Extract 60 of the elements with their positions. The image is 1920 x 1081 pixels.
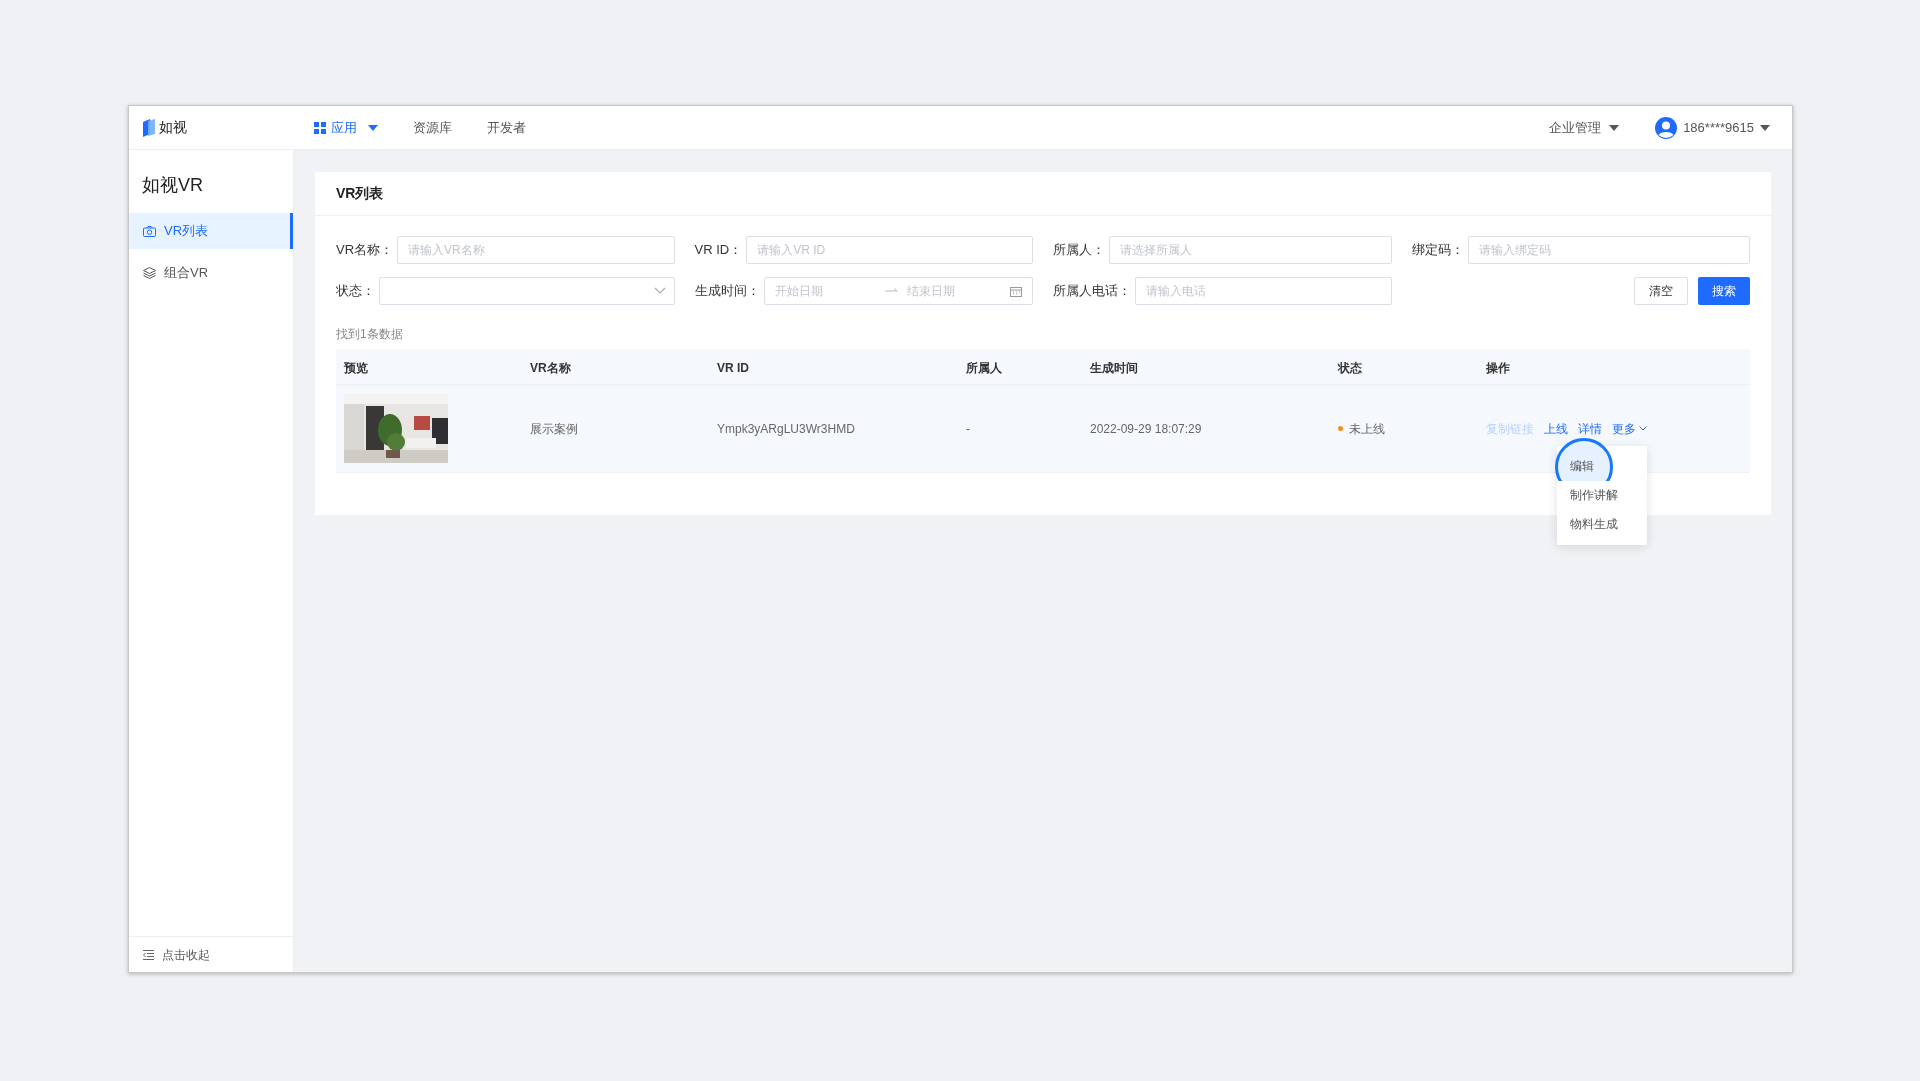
grid-icon [314,121,326,134]
end-date-placeholder: 结束日期 [907,283,957,300]
caret-icon [368,124,378,131]
chevron-down-icon [1639,426,1647,431]
text-field[interactable]: 请输入VR ID [746,236,1033,264]
column-header: 所属人 [966,360,1002,375]
filter-label: 生成时间： [694,282,760,301]
collapse-button[interactable]: 点击收起 [129,936,293,972]
column-header: 状态 [1338,360,1362,375]
user-menu[interactable]: 186****9615 [1655,116,1770,139]
action-link[interactable]: 上线 [1544,419,1568,438]
table-cell: Ympk3yARgLU3Wr3HMD [717,421,855,436]
chevron-down-icon [653,287,666,295]
column-header: VR名称 [530,360,571,375]
column-header: 预览 [344,360,368,375]
sidebar-title: 如视VR [141,174,204,197]
action-link[interactable]: 详情 [1578,419,1602,438]
enterprise-menu[interactable]: 企业管理 [1549,117,1620,138]
arrow-right-icon [885,288,900,294]
menu-item[interactable]: 物料生成 [1557,509,1647,539]
caret-icon [1760,124,1770,131]
status-label: 未上线 [1349,420,1385,438]
nav-item[interactable]: 资源库 [413,117,452,138]
search-button[interactable]: 搜索 [1698,277,1750,305]
filter-label: VR名称： [336,241,394,260]
table-cell: 2022-09-29 18:07:29 [1090,421,1202,436]
avatar-icon [1655,116,1678,139]
more-menu-button[interactable]: 更多 [1612,419,1647,438]
filter-label: 绑定码： [1411,241,1464,260]
camera-icon [143,225,156,237]
layers-icon [143,267,156,279]
caret-icon [1609,124,1620,131]
column-header: 操作 [1486,360,1510,375]
menu-item[interactable]: 编辑 [1557,451,1647,481]
brand-name: 如视 [159,118,187,137]
table-cell: - [966,421,970,436]
text-field[interactable]: 请输入VR名称 [397,236,675,264]
sidebar-item[interactable]: 组合VR [129,255,293,291]
filter-label: 所属人： [1053,241,1105,260]
collapse-icon [143,949,154,960]
column-header: VR ID [717,360,749,375]
clear-button[interactable]: 清空 [1634,277,1688,305]
start-date-placeholder: 开始日期 [774,283,824,300]
text-field[interactable]: 请选择所属人 [1109,236,1392,264]
filter-label: VR ID： [694,241,743,260]
result-count: 找到1条数据 [336,326,404,343]
sidebar-item[interactable]: VR列表 [129,213,293,249]
table-cell: 展示案例 [530,421,578,436]
filter-label: 状态： [336,282,375,301]
select-field[interactable] [379,277,675,305]
text-field[interactable]: 请输入绑定码 [1467,236,1750,264]
filter-label: 所属人电话： [1053,282,1131,301]
calendar-icon [1010,285,1022,297]
nav-item[interactable]: 应用 [314,117,378,138]
nav-item[interactable]: 开发者 [487,117,526,138]
text-field[interactable]: 请输入电话 [1135,277,1392,305]
column-header: 生成时间 [1090,360,1138,375]
card-title: VR列表 [315,172,1771,216]
menu-item[interactable]: 制作讲解 [1557,480,1647,510]
logo-icon [143,118,155,137]
